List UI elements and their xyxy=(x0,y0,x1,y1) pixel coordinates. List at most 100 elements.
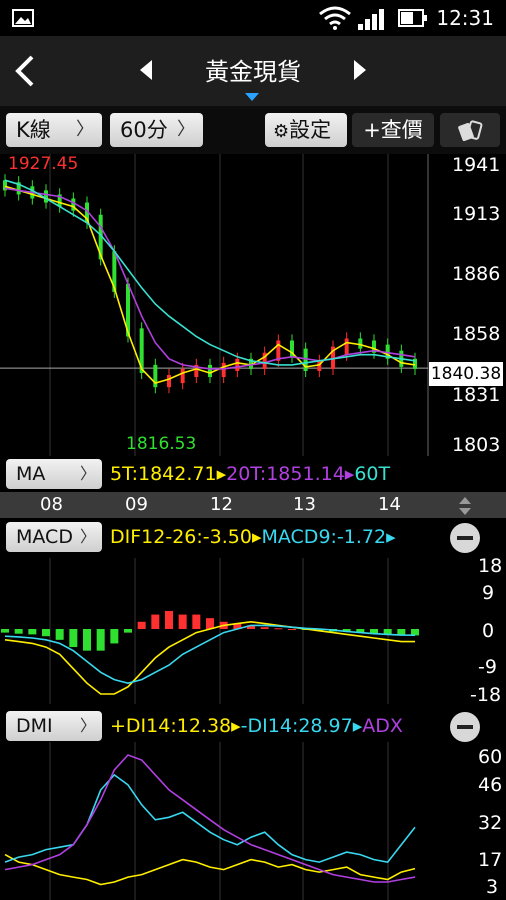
caret-icon: ▸ xyxy=(216,463,227,485)
price-tick: 1886 xyxy=(452,263,501,285)
dmi-tick: 3 xyxy=(486,876,499,898)
dmi-tick: 46 xyxy=(478,774,503,796)
price-tick: 1858 xyxy=(452,323,501,345)
adx-value: ADX xyxy=(362,715,403,737)
dmi-tick: 60 xyxy=(478,746,503,768)
dmi-button[interactable]: DMI 〉 xyxy=(6,711,102,741)
macd-panel[interactable]: MACD 〉 DIF12-26:-3.50▸MACD9:-1.72▸ 18 9 0… xyxy=(0,518,506,706)
candle-body xyxy=(44,190,48,203)
price-tick: 1831 xyxy=(452,384,501,406)
macd-tick: 9 xyxy=(482,582,495,604)
chevron-right-icon: 〉 xyxy=(177,119,195,140)
macd-histogram-bar xyxy=(55,629,64,640)
chart-type-button[interactable]: K線 〉 xyxy=(6,113,102,147)
candle-body xyxy=(276,340,281,361)
collapse-macd-button[interactable] xyxy=(450,523,480,553)
caret-icon: ▸ xyxy=(386,526,396,548)
dmi-panel[interactable]: DMI 〉 +DI14:12.38▸-DI14:28.97▸ADX 60 46 3… xyxy=(0,706,506,900)
macd-tick: 18 xyxy=(478,555,503,577)
settings-button[interactable]: ⚙設定 xyxy=(265,113,347,147)
status-bar: 12:31 xyxy=(0,0,506,36)
current-price-label: 1840.38 xyxy=(429,362,503,386)
candle-body xyxy=(208,364,212,378)
toolbar: K線 〉 60分 〉 ⚙設定 +查價 xyxy=(0,106,506,154)
image-icon xyxy=(12,9,34,27)
macd-button[interactable]: MACD 〉 xyxy=(6,522,102,552)
macd-tick: 0 xyxy=(482,620,495,642)
dif-value: DIF12-26:-3.50 xyxy=(110,526,252,548)
macd-histogram-bar xyxy=(192,614,201,629)
page-title: 黃金現貨 xyxy=(205,58,301,86)
settings-label: 設定 xyxy=(289,118,332,142)
macd-histogram-bar xyxy=(83,629,91,651)
macd9-line xyxy=(4,624,416,685)
time-tick: 09 xyxy=(125,494,148,515)
macd-chart-canvas xyxy=(1,558,419,704)
ma60-value: 60T xyxy=(354,463,391,485)
macd-histogram-bar xyxy=(96,629,105,651)
macd-histogram-bar xyxy=(137,621,146,629)
gear-icon: ⚙ xyxy=(273,121,290,142)
macd-tick: -9 xyxy=(478,656,497,678)
rotate-screen-button[interactable] xyxy=(440,113,500,147)
signal-icon xyxy=(358,9,384,30)
caret-icon: ▸ xyxy=(231,715,241,737)
ma-panel-header: MA 〉 5T:1842.71▸20T:1851.14▸60T xyxy=(0,456,506,492)
candle-body xyxy=(235,358,240,371)
chevron-right-icon: 〉 xyxy=(79,527,96,546)
macd-values: DIF12-26:-3.50▸MACD9:-1.72▸ xyxy=(110,526,430,548)
price-chart[interactable]: 1927.45 1816.53 1941 1913 1886 1858 1831… xyxy=(0,154,506,456)
next-item-icon[interactable] xyxy=(350,58,370,82)
time-tick: 14 xyxy=(378,494,401,515)
pdi-line xyxy=(4,853,416,886)
macd-histogram-bar xyxy=(274,628,283,630)
battery-icon xyxy=(398,9,427,27)
macd-histogram-bar xyxy=(69,629,78,648)
dmi-values: +DI14:12.38▸-DI14:28.97▸ADX xyxy=(110,715,430,737)
ma5-value: 5T:1842.71 xyxy=(110,463,217,485)
ma-values: 5T:1842.71▸20T:1851.14▸60T xyxy=(110,463,430,485)
add-quote-button[interactable]: +查價 xyxy=(352,113,434,147)
low-price-label: 1816.53 xyxy=(126,434,197,454)
interval-button[interactable]: 60分 〉 xyxy=(110,113,203,147)
dmi-tick: 17 xyxy=(478,849,503,871)
resize-panels-icon[interactable] xyxy=(456,496,474,516)
macd-histogram-bar xyxy=(288,629,296,630)
interval-label: 60分 xyxy=(120,118,168,142)
macd-histogram-bar xyxy=(178,614,187,629)
chart-type-label: K線 xyxy=(16,118,51,142)
dropdown-indicator-icon[interactable] xyxy=(244,92,260,102)
price-tick: 1941 xyxy=(452,154,501,176)
macd-histogram-bar xyxy=(206,618,214,629)
macd-tick: -18 xyxy=(470,684,502,706)
macd-histogram-bar xyxy=(124,629,132,633)
chevron-right-icon: 〉 xyxy=(79,464,96,483)
macd-histogram-bar xyxy=(1,629,9,633)
price-tick: 1803 xyxy=(452,434,501,456)
macd-histogram-bar xyxy=(165,610,173,629)
adx-line xyxy=(4,754,416,883)
price-chart-canvas xyxy=(0,154,429,456)
dmi-button-label: DMI xyxy=(16,715,53,737)
ma20-line xyxy=(4,187,416,370)
time-axis: 08 09 12 13 14 xyxy=(0,492,506,518)
ma20-value: 20T:1851.14 xyxy=(226,463,345,485)
macd-histogram-bar xyxy=(14,629,23,634)
chevron-right-icon: 〉 xyxy=(76,119,94,140)
macd-histogram-bar xyxy=(42,629,50,637)
time-tick: 12 xyxy=(210,494,233,515)
time-tick: 08 xyxy=(40,494,63,515)
pdi-value: +DI14:12.38 xyxy=(110,715,232,737)
candle-body xyxy=(221,362,226,378)
ma-button-label: MA xyxy=(16,463,46,485)
macd-button-label: MACD xyxy=(16,526,73,548)
time-tick: 13 xyxy=(293,494,316,515)
ma-button[interactable]: MA 〉 xyxy=(6,459,102,489)
candle-body xyxy=(344,338,349,355)
high-price-label: 1927.45 xyxy=(8,154,79,174)
dmi-tick: 32 xyxy=(478,812,503,834)
caret-icon: ▸ xyxy=(344,463,355,485)
collapse-dmi-button[interactable] xyxy=(450,712,480,742)
chevron-right-icon: 〉 xyxy=(79,716,96,735)
wifi-icon xyxy=(319,6,351,30)
